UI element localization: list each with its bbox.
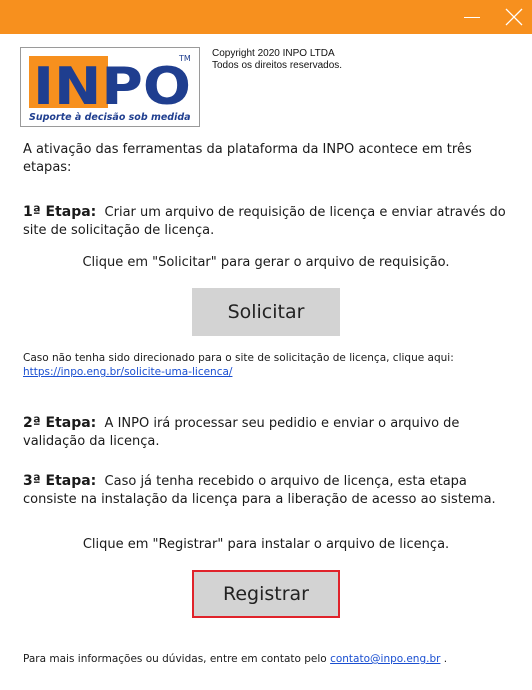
step3-label: 3ª Etapa:	[23, 473, 97, 489]
footer-period: .	[443, 653, 448, 665]
minimize-icon[interactable]	[452, 0, 492, 34]
step1-description: 1ª Etapa: Criar um arquivo de requisição…	[23, 203, 506, 240]
close-icon[interactable]	[494, 0, 532, 34]
intro-line-1: A ativação das ferramentas da plataforma…	[23, 142, 472, 157]
fallback-notice: Caso não tenha sido direcionado para o s…	[23, 351, 454, 379]
step2-text-1: A INPO irá processar seu pedidio e envia…	[104, 416, 460, 431]
copyright: Copyright 2020 INPO LTDA Todos os direit…	[212, 48, 342, 72]
rights-line: Todos os direitos reservados.	[212, 60, 343, 71]
step1-instruction: Clique em "Solicitar" para gerar o arqui…	[82, 255, 450, 270]
step2-description: 2ª Etapa: A INPO irá processar seu pedid…	[23, 414, 459, 451]
step2-label: 2ª Etapa:	[23, 415, 97, 431]
solicitar-button[interactable]: Solicitar	[192, 288, 340, 336]
inpo-logo: INPO TM Suporte à decisão sob medida	[20, 47, 200, 127]
step3-text-2: consiste na instalação da licença para a…	[23, 492, 496, 507]
step1-label: 1ª Etapa:	[23, 204, 97, 220]
logo-trademark: TM	[178, 54, 191, 63]
copyright-line: Copyright 2020 INPO LTDA	[212, 48, 335, 59]
intro-line-2: etapas:	[23, 160, 72, 175]
logo-tagline: Suporte à decisão sob medida	[29, 112, 191, 123]
registrar-button[interactable]: Registrar	[192, 570, 340, 618]
intro-text: A ativação das ferramentas da plataforma…	[23, 141, 472, 177]
step1-text-2: site de solicitação de licença.	[23, 223, 215, 238]
step3-instruction: Clique em "Registrar" para instalar o ar…	[82, 537, 450, 552]
title-bar	[0, 0, 532, 34]
logo-wordmark: INPO	[33, 57, 191, 117]
footer: Para mais informações ou dúvidas, entre …	[23, 652, 447, 666]
step3-text-1: Caso já tenha recebido o arquivo de lice…	[104, 474, 467, 489]
step2-text-2: validação da licença.	[23, 434, 160, 449]
step3-description: 3ª Etapa: Caso já tenha recebido o arqui…	[23, 472, 496, 509]
license-request-link[interactable]: https://inpo.eng.br/solicite-uma-licenca…	[23, 366, 232, 378]
contact-email-link[interactable]: contato@inpo.eng.br	[330, 653, 440, 665]
fallback-text: Caso não tenha sido direcionado para o s…	[23, 352, 454, 364]
footer-text: Para mais informações ou dúvidas, entre …	[23, 653, 327, 665]
step1-text-1: Criar um arquivo de requisição de licenç…	[104, 205, 506, 220]
